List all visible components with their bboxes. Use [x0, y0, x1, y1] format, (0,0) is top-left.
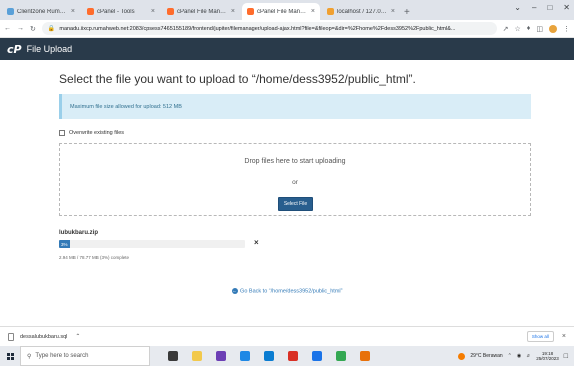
search-placeholder: Type here to search [35, 353, 89, 359]
tab-close-icon[interactable]: × [391, 8, 395, 15]
taskbar-app-icon[interactable] [168, 351, 178, 361]
new-tab-button[interactable]: + [404, 7, 410, 18]
upload-status-text: 2.94 MB / 78.77 MB (3%) complete [59, 255, 130, 260]
overwrite-label: Overwrite existing files [69, 130, 125, 136]
menu-dots-icon[interactable]: ⋮ [563, 25, 570, 33]
bookmark-star-icon[interactable]: ☆ [515, 25, 521, 33]
tab-title: localhost / 127.0.0.1 / dessalu [337, 8, 388, 15]
notifications-icon[interactable]: □ [564, 353, 568, 360]
taskbar-app-icon[interactable] [192, 351, 202, 361]
dropzone-or: or [292, 179, 298, 186]
maximize-icon[interactable]: □ [547, 3, 552, 12]
max-size-alert: Maximum file size allowed for upload: 51… [59, 94, 531, 119]
tab-title: cPanel File Manager v3 - File [257, 8, 308, 15]
browser-tab[interactable]: cPanel - Tools × [82, 3, 160, 20]
weather-text[interactable]: 29°C Berawan [470, 353, 502, 359]
page-title: File Upload [26, 44, 73, 54]
max-size-text: Maximum file size allowed for upload: 51… [70, 103, 182, 110]
show-all-button[interactable]: Show all [526, 331, 554, 342]
browser-tab[interactable]: cPanel File Manager v3 - File× [242, 3, 320, 20]
weather-icon [458, 352, 466, 360]
upload-progress-fill: 3% [59, 240, 71, 248]
taskbar-search[interactable]: ⚲ Type here to search [20, 346, 150, 366]
drop-zone[interactable]: Drop files here to start uploading or Se… [59, 143, 531, 216]
close-download-bar-icon[interactable]: × [562, 333, 566, 340]
download-bar: dessalubukbaru.sql ⌃ Show all × [0, 326, 574, 346]
address-bar: ← → ↻ 🔒 manadu.iixcp.rumahweb.net:2083/c… [0, 20, 574, 38]
upload-filename: lubukbaru.zip [59, 230, 98, 236]
back-icon[interactable]: ← [4, 25, 11, 32]
close-icon[interactable]: ✕ [563, 3, 570, 12]
tab-title: Clientzone Rumahweb [17, 8, 68, 15]
upload-heading: Select the file you want to upload to “/… [59, 72, 416, 86]
go-back-link[interactable]: ← Go Back to “/home/dess3952/public_html… [0, 288, 574, 294]
download-filename: dessalubukbaru.sql [20, 333, 68, 340]
tab-title: cPanel - Tools [97, 8, 135, 15]
tab-favicon-icon [247, 8, 254, 15]
reload-icon[interactable]: ↻ [30, 25, 36, 33]
download-item[interactable]: dessalubukbaru.sql [8, 332, 68, 341]
taskbar-app-icon[interactable] [264, 351, 274, 361]
overwrite-checkbox[interactable] [59, 130, 65, 136]
cpanel-logo[interactable]: cP [7, 43, 22, 56]
tab-favicon-icon [167, 8, 174, 15]
file-icon [8, 332, 14, 341]
minimize-icon[interactable]: – [532, 3, 536, 12]
forward-icon[interactable]: → [17, 25, 24, 32]
dropzone-text: Drop files here to start uploading [244, 158, 346, 165]
lock-icon: 🔒 [47, 26, 56, 32]
tab-favicon-icon [87, 8, 94, 15]
extensions-icon[interactable]: ♦ [527, 25, 531, 33]
tab-close-icon[interactable]: × [71, 8, 75, 15]
taskbar-app-icon[interactable] [288, 351, 298, 361]
tab-close-icon[interactable]: × [231, 8, 235, 15]
tray-chevron-icon[interactable]: ⌃ [508, 353, 512, 359]
browser-tab[interactable]: Clientzone Rumahweb× [2, 3, 80, 20]
cancel-upload-icon[interactable]: × [254, 238, 259, 247]
browser-tab[interactable]: cPanel File Manager v3× [162, 3, 240, 20]
clock-date: 25/07/2023 [536, 356, 559, 361]
tab-title: cPanel File Manager v3 [177, 8, 228, 15]
search-icon: ⚲ [27, 353, 32, 360]
clock[interactable]: 19:18 25/07/2023 [536, 351, 559, 361]
taskbar-app-icon[interactable] [312, 351, 322, 361]
window-controls: ⌄ – □ ✕ [514, 3, 570, 12]
go-back-text: Go Back to “/home/dess3952/public_html” [240, 288, 343, 295]
share-icon[interactable]: ↗ [503, 25, 509, 33]
url-field[interactable]: 🔒 manadu.iixcp.rumahweb.net:2083/cpsess7… [41, 22, 497, 35]
arrow-left-circle-icon: ← [231, 288, 238, 294]
sidebar-icon[interactable]: ◫ [536, 25, 543, 33]
network-icon[interactable]: ◉ [517, 353, 521, 359]
taskbar-app-icon[interactable] [216, 351, 226, 361]
url-text: manadu.iixcp.rumahweb.net:2083/cpsess746… [59, 25, 456, 32]
taskbar-app-icon[interactable] [336, 351, 346, 361]
tab-close-icon[interactable]: × [311, 8, 315, 15]
tab-favicon-icon [7, 8, 14, 15]
select-file-button[interactable]: Select File [278, 197, 313, 211]
overwrite-option[interactable]: Overwrite existing files [59, 130, 124, 136]
browser-tab[interactable]: localhost / 127.0.0.1 / dessalu× [322, 3, 400, 20]
windows-start-icon[interactable] [0, 346, 20, 366]
profile-avatar-icon[interactable] [549, 24, 557, 33]
tab-favicon-icon [327, 8, 334, 15]
taskbar-app-icon[interactable] [240, 351, 250, 361]
cpanel-header: cP File Upload [0, 38, 574, 60]
taskbar-app-icon[interactable] [360, 351, 370, 361]
chevron-up-icon[interactable]: ⌃ [75, 333, 80, 340]
windows-taskbar: ⚲ Type here to search 29°C Berawan ⌃ ◉ ♬… [0, 346, 574, 366]
chevron-down-icon[interactable]: ⌄ [514, 3, 521, 12]
speaker-icon[interactable]: ♬ [526, 353, 531, 359]
system-tray: 29°C Berawan ⌃ ◉ ♬ 19:18 25/07/2023 □ [458, 351, 574, 361]
browser-tab-strip: Clientzone Rumahweb×cPanel - Tools×cPane… [0, 0, 574, 20]
tab-close-icon[interactable]: × [151, 8, 155, 15]
upload-progress-bar: 3% [59, 240, 245, 248]
